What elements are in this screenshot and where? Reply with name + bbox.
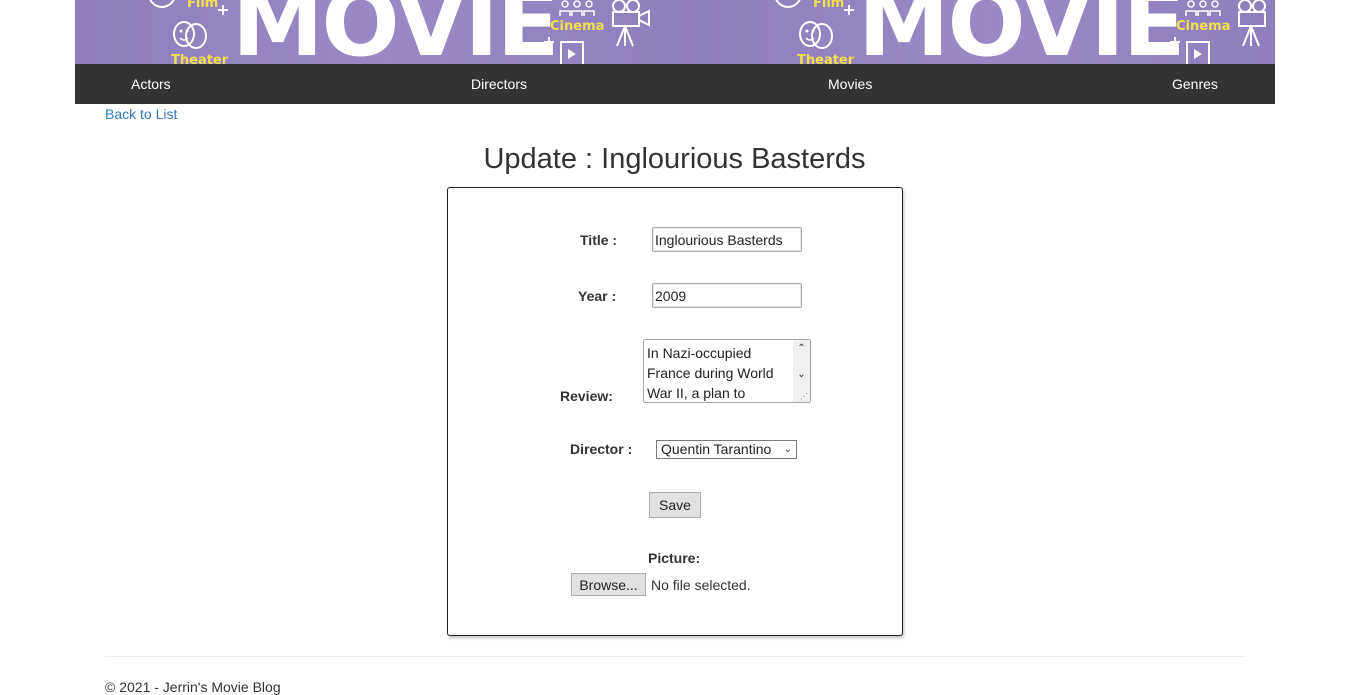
review-label: Review:	[560, 388, 613, 404]
theater-masks-icon	[173, 21, 207, 49]
file-status: No file selected.	[651, 577, 751, 593]
plus-icon	[1170, 37, 1180, 47]
scroll-up-icon[interactable]: ⌃	[795, 342, 808, 356]
play-icon	[560, 41, 584, 64]
film-projector-icon	[612, 0, 650, 47]
plus-icon	[544, 37, 554, 47]
year-input[interactable]	[652, 283, 802, 308]
title-label: Title :	[580, 232, 618, 248]
nav-actors[interactable]: Actors	[131, 76, 171, 92]
theater-masks-icon	[799, 21, 833, 49]
director-selected-value: Quentin Tarantino	[661, 441, 772, 457]
banner-label-cinema: Cinema	[1176, 19, 1231, 34]
header-banner: Film Theater MOVIE Cinema Film Theater M…	[75, 0, 1275, 64]
circle-icon	[775, 0, 801, 8]
chevron-down-icon: ⌄	[783, 444, 792, 455]
nav-genres[interactable]: Genres	[1172, 76, 1218, 92]
nav-movies[interactable]: Movies	[828, 76, 872, 92]
play-icon	[1186, 41, 1210, 64]
year-label: Year :	[578, 288, 617, 304]
banner-word: MOVIE	[858, 0, 1186, 64]
director-select[interactable]: Quentin Tarantino ⌄	[656, 440, 797, 459]
back-to-list-link[interactable]: Back to List	[105, 106, 177, 122]
plus-icon	[218, 5, 228, 15]
save-button[interactable]: Save	[649, 492, 701, 518]
title-input[interactable]	[652, 227, 802, 252]
page-title: Update : Inglourious Basterds	[483, 143, 866, 175]
browse-button[interactable]: Browse...	[571, 573, 646, 596]
banner-label-film: Film	[813, 0, 845, 11]
banner-tile: Film Theater MOVIE Cinema	[75, 0, 701, 64]
director-label: Director :	[570, 441, 633, 457]
footer-divider	[105, 656, 1245, 657]
review-textarea[interactable]: In Nazi-occupied France during World War…	[643, 339, 811, 403]
banner-label-cinema: Cinema	[550, 19, 605, 34]
banner-label-film: Film	[187, 0, 219, 11]
banner-word: MOVIE	[232, 0, 560, 64]
banner-tile: Film Theater MOVIE Cinema	[701, 0, 1275, 64]
picture-label: Picture:	[648, 550, 701, 566]
plus-icon	[844, 5, 854, 15]
audience-icon	[1185, 0, 1221, 16]
nav-directors[interactable]: Directors	[471, 76, 527, 92]
update-form-panel: Title : Year : Review: In Nazi-occupied …	[447, 187, 903, 636]
film-projector-icon	[1238, 0, 1266, 47]
resize-grip-icon[interactable]: ⋰	[800, 392, 808, 401]
banner-label-theater: Theater	[797, 53, 855, 64]
banner-label-theater: Theater	[171, 53, 229, 64]
audience-icon	[559, 0, 595, 16]
main-navbar: Actors Directors Movies Genres	[75, 64, 1275, 104]
review-text: In Nazi-occupied France during World War…	[647, 345, 774, 401]
scroll-down-icon[interactable]: ⌄	[795, 368, 808, 382]
circle-icon	[149, 0, 175, 8]
